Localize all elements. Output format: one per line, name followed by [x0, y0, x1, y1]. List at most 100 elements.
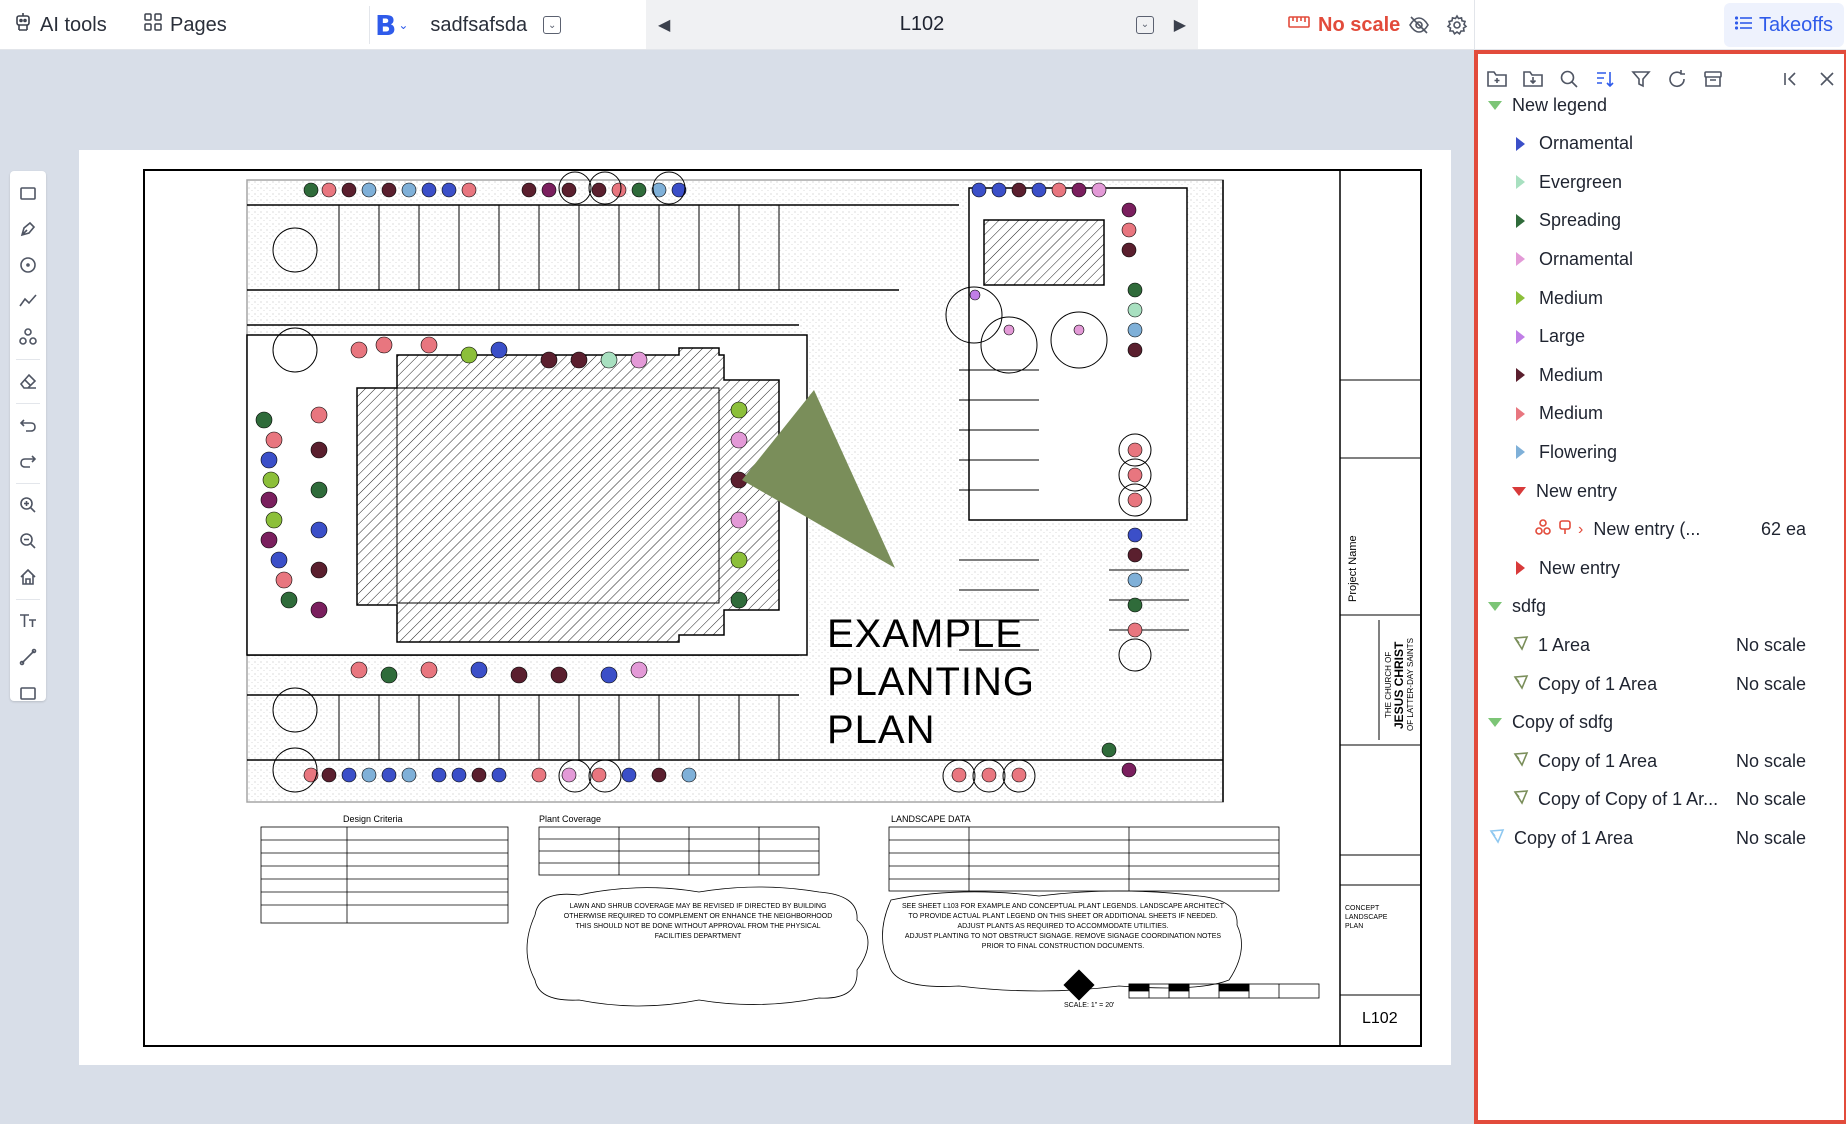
collapse-arrow-icon[interactable]	[1516, 368, 1525, 383]
note-line: LAWN AND SHRUB COVERAGE MAY BE REVISED I…	[569, 903, 827, 910]
design-criteria-heading: Design Criteria	[343, 814, 403, 824]
scale-button[interactable]: No scale	[1288, 0, 1400, 50]
tree-row[interactable]: Large	[1478, 318, 1844, 356]
ruler-icon	[1288, 13, 1310, 37]
zoom-out-icon[interactable]	[10, 525, 46, 557]
drawing-sheet[interactable]: EXAMPLE PLANTING PLAN Design Criteria Pl…	[79, 150, 1451, 1065]
chevron-right-icon[interactable]: ›	[1578, 521, 1583, 539]
tree-row[interactable]: Flowering	[1478, 433, 1844, 471]
plan-title-line: EXAMPLE	[827, 612, 1023, 656]
home-icon[interactable]	[10, 561, 46, 593]
count-tool-icon[interactable]	[10, 321, 46, 353]
collapse-arrow-icon[interactable]	[1516, 561, 1525, 576]
tab-takeoffs[interactable]: Takeoffs	[1724, 3, 1844, 47]
divider	[16, 483, 40, 484]
tree-row-label: New entry (...	[1593, 519, 1701, 540]
note-line: TO PROVIDE ACTUAL PLANT LEGEND ON THIS S…	[908, 913, 1218, 920]
ai-tools-label: AI tools	[40, 13, 107, 36]
caret-right-icon[interactable]: ▶	[1174, 15, 1186, 35]
expand-arrow-icon[interactable]	[1512, 486, 1526, 496]
area-shape-icon	[1512, 673, 1530, 696]
pages-button[interactable]: Pages	[144, 0, 227, 50]
collapse-arrow-icon[interactable]	[1516, 136, 1525, 151]
tree-row-label: Ornamental	[1539, 133, 1634, 154]
collapse-arrow-icon[interactable]	[1516, 175, 1525, 190]
tree-row[interactable]: Evergreen	[1478, 163, 1844, 201]
collapse-arrow-icon[interactable]	[1516, 291, 1525, 305]
document-selector[interactable]: B ⌄ sadfsafsda ⌄	[375, 0, 562, 50]
collapse-arrow-icon[interactable]	[1516, 329, 1525, 344]
tree-row[interactable]: New legend	[1478, 86, 1844, 124]
tree-row[interactable]: Copy of 1 Area No scale	[1478, 742, 1844, 780]
count-group-icon	[1534, 518, 1552, 541]
tree-row[interactable]: Spreading	[1478, 202, 1844, 240]
redo-icon[interactable]	[10, 445, 46, 477]
page-label[interactable]: L102	[900, 13, 945, 36]
circle-tool-icon[interactable]	[10, 249, 46, 281]
general-notes-left: LAWN AND SHRUB COVERAGE MAY BE REVISED I…	[545, 902, 851, 942]
tree-row-label: New legend	[1512, 94, 1608, 115]
tree-row[interactable]: Copy of Copy of 1 Ar... No scale	[1478, 781, 1844, 819]
tree-row[interactable]: 1 Area No scale	[1478, 626, 1844, 664]
tree-row[interactable]: Ornamental	[1478, 240, 1844, 278]
note-line: FACILITIES DEPARTMENT	[654, 933, 742, 940]
tree-row-label: Copy of sdfg	[1512, 712, 1614, 733]
scale-text: SCALE: 1" = 20'	[1064, 1002, 1115, 1009]
rectangle-tool-icon[interactable]	[10, 177, 46, 209]
gear-icon[interactable]	[1446, 0, 1468, 50]
chevron-down-icon[interactable]: ⌄	[543, 16, 562, 34]
page-dropdown-icon[interactable]: ⌄	[1136, 15, 1154, 34]
top-bar: AI tools Pages B ⌄ sadfsafsda ⌄ ◀ L102 ⌄…	[0, 0, 1846, 50]
landscape-data-heading: LANDSCAPE DATA	[891, 814, 971, 824]
tree-row[interactable]: Copy of 1 Area No scale	[1478, 665, 1844, 703]
polyline-tool-icon[interactable]	[10, 285, 46, 317]
area-shape-icon	[1512, 634, 1530, 657]
tree-row[interactable]: Copy of 1 Area No scale	[1478, 819, 1844, 857]
plan-title: EXAMPLE PLANTING PLAN	[827, 610, 1035, 754]
eraser-icon[interactable]	[10, 365, 46, 397]
ai-tools-button[interactable]: AI tools	[14, 0, 107, 50]
collapse-arrow-icon[interactable]	[1516, 252, 1525, 267]
sheet-title-line: PLAN	[1345, 923, 1364, 930]
collapse-arrow-icon[interactable]	[1516, 445, 1525, 460]
tree-row-value: 62 ea	[1760, 519, 1806, 540]
plan-title-line: PLAN	[827, 708, 936, 752]
tree-row[interactable]: Copy of sdfg	[1478, 704, 1844, 742]
tree-symbol-icon	[1556, 518, 1574, 541]
expand-arrow-icon[interactable]	[1488, 718, 1502, 728]
divider	[1474, 0, 1475, 50]
document-name: sadfsafsda	[430, 13, 528, 36]
tree-row[interactable]: Medium	[1478, 356, 1844, 394]
tree-row-label: 1 Area	[1538, 634, 1591, 655]
tree-row[interactable]: Ornamental	[1478, 125, 1844, 163]
measure-tool-icon[interactable]	[10, 641, 46, 673]
tree-row[interactable]: Medium	[1478, 279, 1844, 317]
area-shape-icon	[1488, 827, 1506, 850]
frame-tool-icon[interactable]	[10, 677, 46, 709]
tree-row[interactable]: Medium	[1478, 395, 1844, 433]
note-line: PRIOR TO FINAL CONSTRUCTION DOCUMENTS.	[981, 943, 1145, 950]
undo-icon[interactable]	[10, 409, 46, 441]
caret-left-icon[interactable]: ◀	[658, 15, 670, 35]
sheet-number: L102	[1362, 1010, 1398, 1027]
tree-row[interactable]: › New entry (... 62 ea	[1478, 511, 1844, 549]
expand-arrow-icon[interactable]	[1488, 602, 1502, 612]
tree-row[interactable]: sdfg	[1478, 588, 1844, 626]
eye-off-icon[interactable]	[1408, 0, 1430, 50]
plant-coverage-heading: Plant Coverage	[539, 814, 602, 824]
pen-tool-icon[interactable]	[10, 213, 46, 245]
project-name-label: Project Name	[1347, 535, 1359, 602]
divider	[16, 599, 40, 600]
collapse-arrow-icon[interactable]	[1516, 213, 1525, 228]
collapse-arrow-icon[interactable]	[1516, 406, 1525, 421]
zoom-in-icon[interactable]	[10, 489, 46, 521]
takeoffs-panel: New legend Ornamental Evergreen Spreading Or…	[1474, 50, 1846, 1124]
expand-arrow-icon[interactable]	[1488, 100, 1502, 110]
tree-row-value: No scale	[1735, 827, 1806, 848]
takeoffs-label: Takeoffs	[1758, 13, 1834, 36]
church-line: JESUS CHRIST	[1392, 641, 1406, 729]
tree-row-label: Copy of 1 Area	[1538, 750, 1658, 771]
text-tool-icon[interactable]	[10, 605, 46, 637]
tree-row[interactable]: New entry	[1478, 549, 1844, 587]
tree-row[interactable]: New entry	[1478, 472, 1844, 510]
